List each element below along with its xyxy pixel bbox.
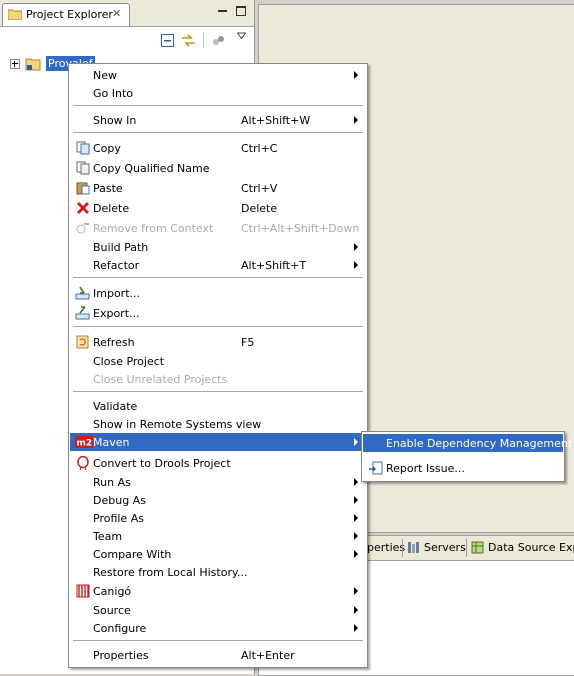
m2-icon: m2 bbox=[75, 436, 93, 449]
import-icon bbox=[75, 286, 90, 300]
menu-item-source[interactable]: Source bbox=[70, 601, 366, 619]
submenu-arrow-icon bbox=[354, 587, 358, 595]
canigo-icon bbox=[76, 584, 90, 598]
drools-icon bbox=[77, 456, 89, 470]
menu-item-refresh[interactable]: Refresh F5 bbox=[70, 333, 366, 351]
maximize-button[interactable] bbox=[236, 6, 246, 16]
menu-item-import[interactable]: Import... bbox=[70, 284, 366, 302]
menu-item-refactor[interactable]: Refactor Alt+Shift+T bbox=[70, 256, 366, 274]
menu-item-restore-from-local-history[interactable]: Restore from Local History... bbox=[70, 563, 366, 581]
menu-item-close-unrelated-projects[interactable]: Close Unrelated Projects bbox=[70, 370, 366, 388]
delete-icon bbox=[76, 201, 90, 215]
tab-separator bbox=[402, 539, 403, 557]
submenu-arrow-icon bbox=[354, 532, 358, 540]
menu-separator bbox=[73, 391, 363, 393]
shortcut-label: Delete bbox=[241, 202, 278, 215]
refresh-icon bbox=[76, 335, 89, 349]
maven-submenu: Enable Dependency Management Report Issu… bbox=[361, 431, 572, 482]
expand-toggle[interactable] bbox=[10, 59, 20, 69]
view-tab-bar: Project Explorer ✕ bbox=[0, 0, 254, 27]
submenu-arrow-icon bbox=[354, 496, 358, 504]
project-icon bbox=[25, 58, 41, 71]
menu-item-copy[interactable]: Copy Ctrl+C bbox=[70, 139, 366, 157]
minimize-button[interactable] bbox=[218, 10, 227, 12]
filter-icon[interactable] bbox=[212, 34, 225, 47]
menu-item-compare-with[interactable]: Compare With bbox=[70, 545, 366, 563]
paste-icon bbox=[76, 182, 90, 195]
tab-title: Project Explorer bbox=[26, 8, 113, 21]
menu-separator bbox=[73, 105, 363, 107]
folder-icon bbox=[8, 9, 22, 20]
shortcut-label: Alt+Enter bbox=[241, 649, 295, 662]
menu-item-properties[interactable]: Properties Alt+Enter bbox=[70, 646, 366, 664]
menu-item-enable-dependency-management[interactable]: Enable Dependency Management bbox=[363, 434, 572, 452]
context-menu: New Go Into Show In Alt+Shift+W Copy Ctr… bbox=[68, 63, 368, 668]
submenu-arrow-icon bbox=[354, 116, 358, 124]
svg-text:m2: m2 bbox=[77, 439, 93, 449]
submenu-arrow-icon bbox=[354, 624, 358, 632]
menu-item-copy-qualified-name[interactable]: Copy Qualified Name bbox=[70, 159, 366, 177]
tab-separator bbox=[466, 539, 467, 557]
view-menu-icon[interactable] bbox=[237, 32, 246, 40]
shortcut-label: Ctrl+V bbox=[241, 182, 278, 195]
submenu-arrow-icon bbox=[354, 261, 358, 269]
menu-item-profile-as[interactable]: Profile As bbox=[70, 509, 366, 527]
menu-item-paste[interactable]: Paste Ctrl+V bbox=[70, 179, 366, 197]
copy-qualified-name-icon bbox=[76, 161, 90, 175]
menu-item-go-into[interactable]: Go Into bbox=[70, 84, 366, 102]
tab-servers[interactable]: Servers bbox=[424, 541, 466, 554]
menu-item-report-issue[interactable]: Report Issue... bbox=[363, 459, 563, 477]
menu-item-run-as[interactable]: Run As bbox=[70, 473, 366, 491]
menu-separator bbox=[73, 326, 363, 328]
menu-item-show-in[interactable]: Show In Alt+Shift+W bbox=[70, 111, 366, 129]
submenu-arrow-icon bbox=[354, 550, 358, 558]
menu-item-maven[interactable]: m2 Maven bbox=[70, 433, 366, 451]
submenu-arrow-icon bbox=[354, 606, 358, 614]
data-source-icon bbox=[471, 541, 484, 554]
menu-item-export[interactable]: Export... bbox=[70, 304, 366, 322]
shortcut-label: Alt+Shift+W bbox=[241, 114, 311, 127]
view-toolbar bbox=[0, 27, 254, 53]
tab-project-explorer[interactable]: Project Explorer ✕ bbox=[2, 3, 130, 26]
submenu-arrow-icon bbox=[354, 71, 358, 79]
menu-separator bbox=[73, 132, 363, 134]
menu-item-convert-to-drools-project[interactable]: Convert to Drools Project bbox=[70, 454, 366, 472]
collapse-all-icon[interactable] bbox=[161, 34, 174, 47]
menu-item-new[interactable]: New bbox=[70, 66, 366, 84]
menu-item-delete[interactable]: Delete Delete bbox=[70, 199, 366, 217]
servers-icon bbox=[408, 542, 419, 553]
submenu-arrow-icon bbox=[354, 478, 358, 486]
menu-item-canigo[interactable]: Canigó bbox=[70, 582, 366, 600]
menu-separator bbox=[73, 277, 363, 279]
tab-properties[interactable]: perties bbox=[367, 541, 405, 554]
report-issue-icon bbox=[369, 461, 383, 475]
shortcut-label: Ctrl+Alt+Shift+Down bbox=[241, 222, 360, 235]
shortcut-label: F5 bbox=[241, 336, 255, 349]
menu-item-configure[interactable]: Configure bbox=[70, 619, 366, 637]
menu-item-close-project[interactable]: Close Project bbox=[70, 352, 366, 370]
menu-item-build-path[interactable]: Build Path bbox=[70, 238, 366, 256]
menu-item-debug-as[interactable]: Debug As bbox=[70, 491, 366, 509]
remove-from-context-icon bbox=[76, 223, 89, 234]
shortcut-label: Ctrl+C bbox=[241, 142, 278, 155]
menu-separator bbox=[73, 640, 363, 642]
shortcut-label: Alt+Shift+T bbox=[241, 259, 307, 272]
submenu-arrow-icon bbox=[354, 514, 358, 522]
submenu-arrow-icon bbox=[354, 243, 358, 251]
close-tab-icon[interactable]: ✕ bbox=[112, 7, 121, 20]
menu-item-remove-from-context[interactable]: Remove from Context Ctrl+Alt+Shift+Down bbox=[70, 219, 366, 237]
menu-item-team[interactable]: Team bbox=[70, 527, 366, 545]
submenu-arrow-icon bbox=[354, 438, 358, 446]
toolbar-separator bbox=[203, 32, 204, 48]
menu-item-show-in-remote-systems-view[interactable]: Show in Remote Systems view bbox=[70, 415, 366, 433]
copy-icon bbox=[76, 141, 90, 155]
export-icon bbox=[75, 306, 90, 320]
menu-item-validate[interactable]: Validate bbox=[70, 397, 366, 415]
tab-data-source-explorer[interactable]: Data Source Explo bbox=[488, 541, 574, 554]
link-with-editor-icon[interactable] bbox=[181, 34, 196, 47]
